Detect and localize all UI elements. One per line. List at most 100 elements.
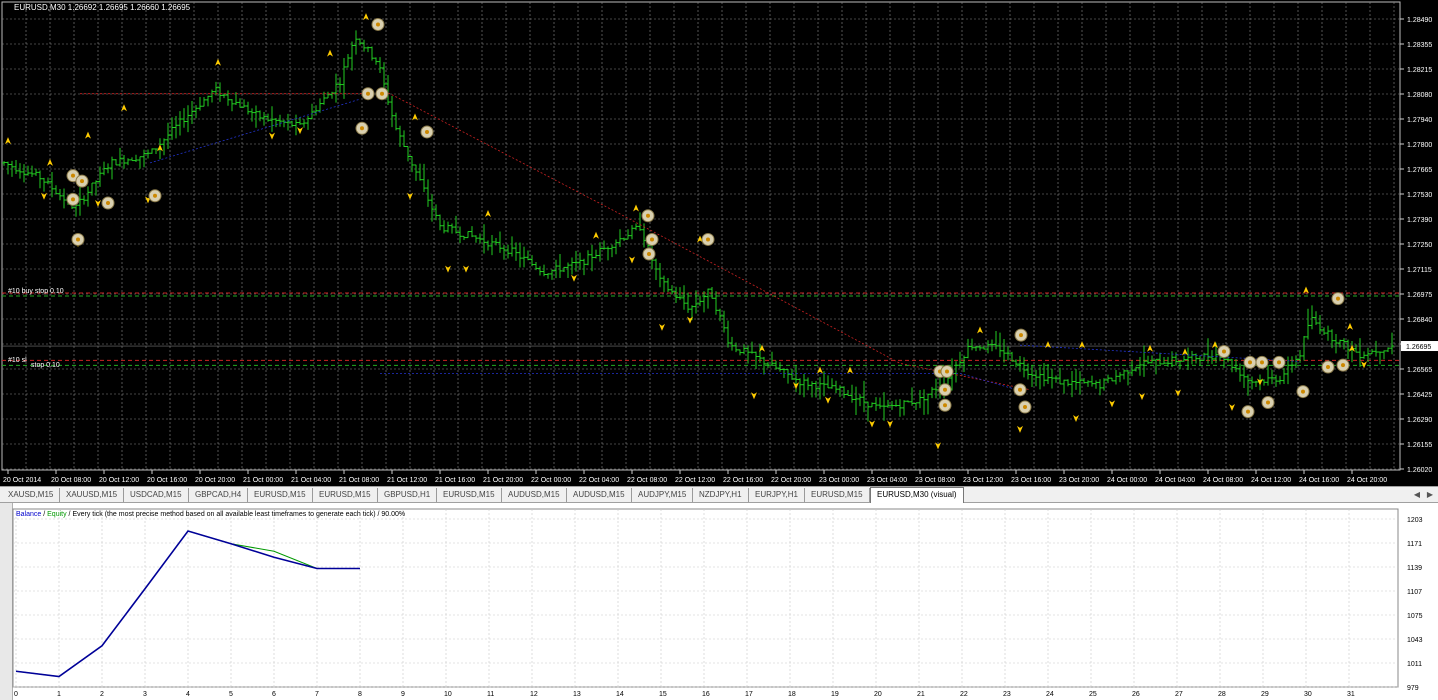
tab-eurusd-m15[interactable]: EURUSD,M15 <box>248 488 313 502</box>
tab-eurusd-m30-visual[interactable]: EURUSD,M30 (visual) <box>870 487 964 503</box>
price-label: 1.27390 <box>1407 217 1432 224</box>
trade-marker-dot <box>360 126 364 131</box>
tester-y-label: 1139 <box>1407 565 1422 572</box>
time-label: 24 Oct 08:00 <box>1203 477 1243 484</box>
time-label: 20 Oct 08:00 <box>51 477 91 484</box>
price-label: 1.27800 <box>1407 142 1432 149</box>
trade-marker-dot <box>1326 364 1330 369</box>
price-label: 1.28355 <box>1407 42 1432 49</box>
trade-marker-dot <box>945 369 949 374</box>
time-label: 23 Oct 04:00 <box>867 477 907 484</box>
tab-nzdjpy-h1[interactable]: NZDJPY,H1 <box>693 488 749 502</box>
trade-marker-dot <box>1246 409 1250 414</box>
tester-x-label: 13 <box>573 691 581 698</box>
tab-audusd-m15[interactable]: AUDUSD,M15 <box>502 488 567 502</box>
tab-scroll-left-icon[interactable]: ◀ <box>1412 489 1422 501</box>
price-label: 1.27115 <box>1407 267 1432 274</box>
trade-marker-dot <box>71 173 75 178</box>
tab-gbpcad-h4[interactable]: GBPCAD,H4 <box>189 488 249 502</box>
trade-marker-dot <box>76 237 80 242</box>
time-label: 21 Oct 04:00 <box>291 477 331 484</box>
time-label: 22 Oct 04:00 <box>579 477 619 484</box>
tab-scroll-right-icon[interactable]: ▶ <box>1425 489 1435 501</box>
tab-usdcad-m15[interactable]: USDCAD,M15 <box>124 488 189 502</box>
trade-marker-dot <box>1018 387 1022 392</box>
price-chart-canvas: 1.28490 1.28355 1.28215 1.28080 1.27940 1.278… <box>1 1 1438 484</box>
signal-arrow-down-icon <box>297 127 303 135</box>
signal-arrow-down-icon <box>1017 425 1023 433</box>
tab-xausd-m15[interactable]: XAUSD,M15 <box>2 488 61 502</box>
tab-gbpusd-h1[interactable]: GBPUSD,H1 <box>378 488 438 502</box>
trade-marker-dot <box>380 91 384 96</box>
price-chart[interactable]: 1.28490 1.28355 1.28215 1.28080 1.27940 1.278… <box>0 0 1438 486</box>
tester-x-label: 18 <box>788 691 796 698</box>
tab-eurusd-m15[interactable]: EURUSD,M15 <box>805 488 870 502</box>
signal-arrow-down-icon <box>1361 361 1367 369</box>
signal-arrow-down-icon <box>1073 414 1079 422</box>
price-label: 1.28490 <box>1407 17 1432 24</box>
signal-arrow-up-icon <box>1303 286 1309 294</box>
tab-audusd-m15[interactable]: AUDUSD,M15 <box>567 488 632 502</box>
tester-y-label: 1171 <box>1407 541 1422 548</box>
time-label: 20 Oct 20:00 <box>195 477 235 484</box>
symbol-title: EURUSD,M30 1.26692 1.26695 1.26660 1.266… <box>14 3 191 12</box>
signal-arrow-down-icon <box>1229 404 1235 412</box>
tester-x-label: 30 <box>1304 691 1312 698</box>
signal-arrow-up-icon <box>847 366 853 374</box>
trade-marker-dot <box>153 193 157 198</box>
trade-marker-dot <box>1222 349 1226 354</box>
tester-x-label: 31 <box>1347 691 1355 698</box>
tab-eurjpy-h1[interactable]: EURJPY,H1 <box>749 488 805 502</box>
tester-x-label: 21 <box>917 691 925 698</box>
signal-arrow-up-icon <box>1212 341 1218 349</box>
price-label: 1.26155 <box>1407 442 1432 449</box>
tab-xauusd-m15[interactable]: XAUUSD,M15 <box>60 488 125 502</box>
signal-arrow-down-icon <box>269 132 275 140</box>
signal-arrow-down-icon <box>571 274 577 282</box>
signal-arrow-up-icon <box>485 209 491 217</box>
tester-graph-canvas: 12031171113911071075104310119790 1 2 3 4 5 6 7 8… <box>12 508 1423 698</box>
signal-arrow-up-icon <box>977 326 983 334</box>
tester-y-label: 979 <box>1407 685 1419 692</box>
price-label: 1.26565 <box>1407 367 1432 374</box>
trade-line-blue-2 <box>380 372 1021 392</box>
time-label: 21 Oct 00:00 <box>243 477 283 484</box>
signal-arrow-up-icon <box>412 113 418 121</box>
trade-marker-dot <box>376 22 380 27</box>
signal-arrow-up-icon <box>5 137 11 145</box>
signal-arrow-down-icon <box>659 323 665 331</box>
tab-audjpy-m15[interactable]: AUDJPY,M15 <box>632 488 694 502</box>
time-label: 24 Oct 00:00 <box>1107 477 1147 484</box>
tab-eurusd-m15[interactable]: EURUSD,M15 <box>313 488 378 502</box>
tester-x-label: 5 <box>229 691 233 698</box>
chart-tab-bar: XAUSD,M15 XAUUSD,M15 USDCAD,M15 GBPCAD,H4 EU… <box>0 486 1438 503</box>
trade-marker-dot <box>1336 296 1340 301</box>
trade-marker-dot <box>1248 360 1252 365</box>
tester-x-label: 20 <box>874 691 882 698</box>
equity-legend: Equity <box>47 511 67 518</box>
price-label: 1.27665 <box>1407 167 1432 174</box>
plot-frame <box>1 1 1401 471</box>
price-label: 1.27250 <box>1407 242 1432 249</box>
time-label: 22 Oct 00:00 <box>531 477 571 484</box>
signal-arrow-up-icon <box>47 158 53 166</box>
tester-x-label: 1 <box>57 691 61 698</box>
time-label: 24 Oct 20:00 <box>1347 477 1387 484</box>
time-label: 22 Oct 08:00 <box>627 477 667 484</box>
time-label: 20 Oct 16:00 <box>147 477 187 484</box>
price-label: 1.27530 <box>1407 192 1432 199</box>
time-label: 23 Oct 16:00 <box>1011 477 1051 484</box>
tester-graph-panel: 1203 1171 1139 1107 1075 1043 1011 979 0 1 2 3 4 5 6 7 8… <box>0 503 1438 700</box>
trade-marker-dot <box>650 237 654 242</box>
trade-marker-dot <box>1023 405 1027 410</box>
trade-marker-dot <box>647 252 651 257</box>
time-label: 21 Oct 16:00 <box>435 477 475 484</box>
tester-x-label: 3 <box>143 691 147 698</box>
tab-eurusd-m15[interactable]: EURUSD,M15 <box>437 488 502 502</box>
signal-arrow-down-icon <box>751 392 757 400</box>
signal-arrow-up-icon <box>1347 322 1353 330</box>
signal-arrow-up-icon <box>1182 348 1188 356</box>
tester-y-label: 1107 <box>1407 589 1422 596</box>
tester-x-label: 25 <box>1089 691 1097 698</box>
trade-marker-dot <box>1277 360 1281 365</box>
